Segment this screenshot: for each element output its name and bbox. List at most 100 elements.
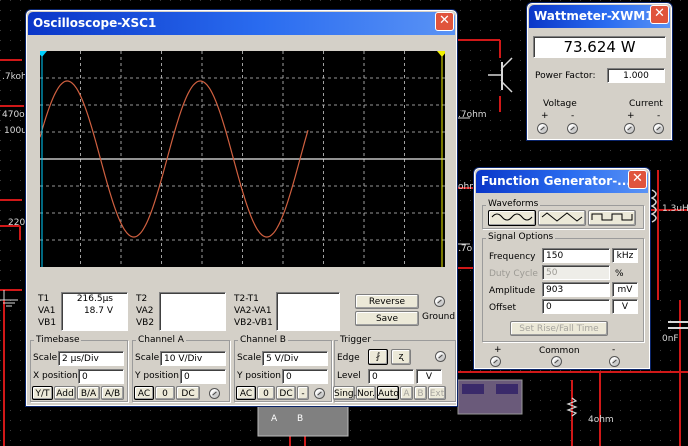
- x-position-field[interactable]: 0: [78, 369, 124, 384]
- bg-label: 0nF: [662, 334, 679, 344]
- yt-button[interactable]: Y/T: [32, 386, 53, 400]
- bg-label: 100u: [4, 126, 27, 136]
- trigger-level-unit[interactable]: V: [416, 369, 442, 384]
- channel-b-scale-label: Scale: [237, 353, 262, 363]
- wattmeter-window[interactable]: Wattmeter-XWM1 ✕ 73.624 W Power Factor: …: [526, 2, 673, 141]
- triangle-wave-icon: [541, 212, 583, 222]
- voltage-minus-label: -: [571, 111, 575, 121]
- vb2-label: VB2: [136, 318, 155, 328]
- fg-plus-terminal-icon[interactable]: [490, 356, 501, 367]
- sine-wave-button[interactable]: [488, 210, 536, 226]
- save-button[interactable]: Save: [355, 311, 419, 326]
- fg-plus-label: +: [494, 345, 502, 355]
- diff-readout: [276, 292, 340, 331]
- ba-button[interactable]: B/A: [77, 386, 100, 400]
- offset-field[interactable]: 0: [542, 299, 610, 314]
- amplitude-field[interactable]: 903: [542, 282, 610, 297]
- channel-a-dc-button[interactable]: DC: [176, 386, 200, 400]
- offset-unit[interactable]: V: [612, 299, 638, 314]
- close-button[interactable]: ✕: [435, 12, 454, 31]
- current-plus-terminal-icon[interactable]: [624, 123, 635, 134]
- rising-edge-icon: ⨏: [375, 352, 381, 362]
- power-factor-label: Power Factor:: [535, 71, 596, 81]
- va-diff-label: VA2-VA1: [234, 306, 272, 316]
- timebase-scale-field[interactable]: 2 µs/Div: [58, 351, 124, 366]
- offset-label: Offset: [489, 303, 517, 313]
- amplitude-unit[interactable]: mV: [612, 282, 638, 297]
- sine-wave-icon: [491, 213, 533, 221]
- bg-label: A: [271, 414, 278, 424]
- normal-trigger-button[interactable]: Nor.: [356, 386, 376, 400]
- channel-a-ypos-field[interactable]: 0: [180, 369, 226, 384]
- frequency-unit[interactable]: kHz: [612, 248, 638, 263]
- ground-terminal-icon[interactable]: [434, 296, 445, 307]
- oscilloscope-title: Oscilloscope-XSC1: [33, 16, 157, 30]
- cursor1-readout: 216.5µs 18.7 V: [61, 292, 128, 331]
- channel-b-ypos-field[interactable]: 0: [282, 369, 328, 384]
- close-button[interactable]: ✕: [650, 5, 669, 24]
- trigger-terminal-icon[interactable]: [435, 351, 446, 362]
- channel-a-zero-button[interactable]: 0: [155, 386, 175, 400]
- duty-cycle-label: Duty Cycle: [489, 269, 538, 279]
- set-rise-fall-button[interactable]: Set Rise/Fall Time: [510, 321, 608, 336]
- voltage-minus-terminal-icon[interactable]: [567, 123, 578, 134]
- edge-label: Edge: [337, 353, 360, 363]
- signal-options-label: Signal Options: [486, 232, 556, 242]
- timebase-label: Timebase: [34, 335, 82, 345]
- function-generator-title: Function Generator-...: [481, 174, 631, 188]
- bg-label: B: [297, 414, 304, 424]
- oscilloscope-titlebar[interactable]: Oscilloscope-XSC1: [28, 12, 455, 35]
- trigger-b-button[interactable]: B: [414, 386, 427, 400]
- close-icon: ✕: [632, 171, 643, 186]
- fg-minus-terminal-icon[interactable]: [609, 356, 620, 367]
- t2-label: T2: [136, 294, 148, 304]
- channel-b-ypos-label: Y position: [237, 371, 282, 381]
- add-button[interactable]: Add: [54, 386, 76, 400]
- trigger-ext-button[interactable]: Ext: [428, 386, 446, 400]
- common-label: Common: [539, 346, 580, 356]
- square-wave-button[interactable]: [588, 210, 636, 226]
- duty-cycle-field[interactable]: 50: [542, 265, 610, 280]
- cursor2-readout: [159, 292, 226, 331]
- channel-a-ac-button[interactable]: AC: [134, 386, 154, 400]
- channel-b-zero-button[interactable]: 0: [257, 386, 275, 400]
- rising-edge-button[interactable]: ⨏: [368, 349, 388, 365]
- reverse-button[interactable]: Reverse: [355, 294, 419, 309]
- close-button[interactable]: ✕: [628, 170, 647, 189]
- vb-diff-label: VB2-VB1: [234, 318, 273, 328]
- falling-edge-button[interactable]: ʐ: [391, 349, 411, 365]
- amplitude-label: Amplitude: [489, 286, 536, 296]
- channel-b-ac-button[interactable]: AC: [236, 386, 256, 400]
- voltage-plus-terminal-icon[interactable]: [537, 123, 548, 134]
- channel-a-terminal-icon[interactable]: [209, 388, 220, 399]
- trigger-a-button[interactable]: A: [400, 386, 413, 400]
- va1-value: 18.7 V: [83, 306, 113, 316]
- channel-a-scale-field[interactable]: 10 V/Div: [160, 351, 226, 366]
- close-icon: ✕: [439, 13, 450, 28]
- trigger-label: Trigger: [338, 335, 374, 345]
- bg-label: .7ohm: [458, 110, 487, 120]
- function-generator-titlebar[interactable]: Function Generator-...: [476, 170, 648, 193]
- power-reading: 73.624 W: [533, 36, 666, 58]
- bg-label: .7koh: [2, 72, 27, 82]
- vb1-label: VB1: [38, 318, 57, 328]
- channel-b-terminal-icon[interactable]: [314, 388, 325, 399]
- triangle-wave-button[interactable]: [538, 210, 586, 226]
- t-diff-label: T2-T1: [234, 294, 259, 304]
- single-trigger-button[interactable]: Sing.: [333, 386, 357, 400]
- auto-trigger-button[interactable]: Auto: [377, 386, 399, 400]
- channel-b-dc-button[interactable]: DC: [276, 386, 296, 400]
- function-generator-window[interactable]: Function Generator-... ✕ Waveforms Signa…: [473, 167, 651, 370]
- ab-button[interactable]: A/B: [101, 386, 124, 400]
- trigger-level-field[interactable]: 0: [368, 369, 414, 384]
- oscilloscope-screen[interactable]: [40, 51, 445, 267]
- current-minus-terminal-icon[interactable]: [653, 123, 664, 134]
- wattmeter-titlebar[interactable]: Wattmeter-XWM1: [529, 5, 670, 28]
- common-terminal-icon[interactable]: [551, 356, 562, 367]
- oscilloscope-window[interactable]: Oscilloscope-XSC1 ✕ T1 VA1 VB1 216.5µs 1…: [25, 9, 458, 407]
- bg-label: 1.3uH: [662, 204, 688, 214]
- channel-b-scale-field[interactable]: 5 V/Div: [262, 351, 328, 366]
- frequency-field[interactable]: 150: [542, 248, 610, 263]
- wattmeter-title: Wattmeter-XWM1: [534, 9, 654, 23]
- channel-b-minus-button[interactable]: -: [297, 386, 309, 400]
